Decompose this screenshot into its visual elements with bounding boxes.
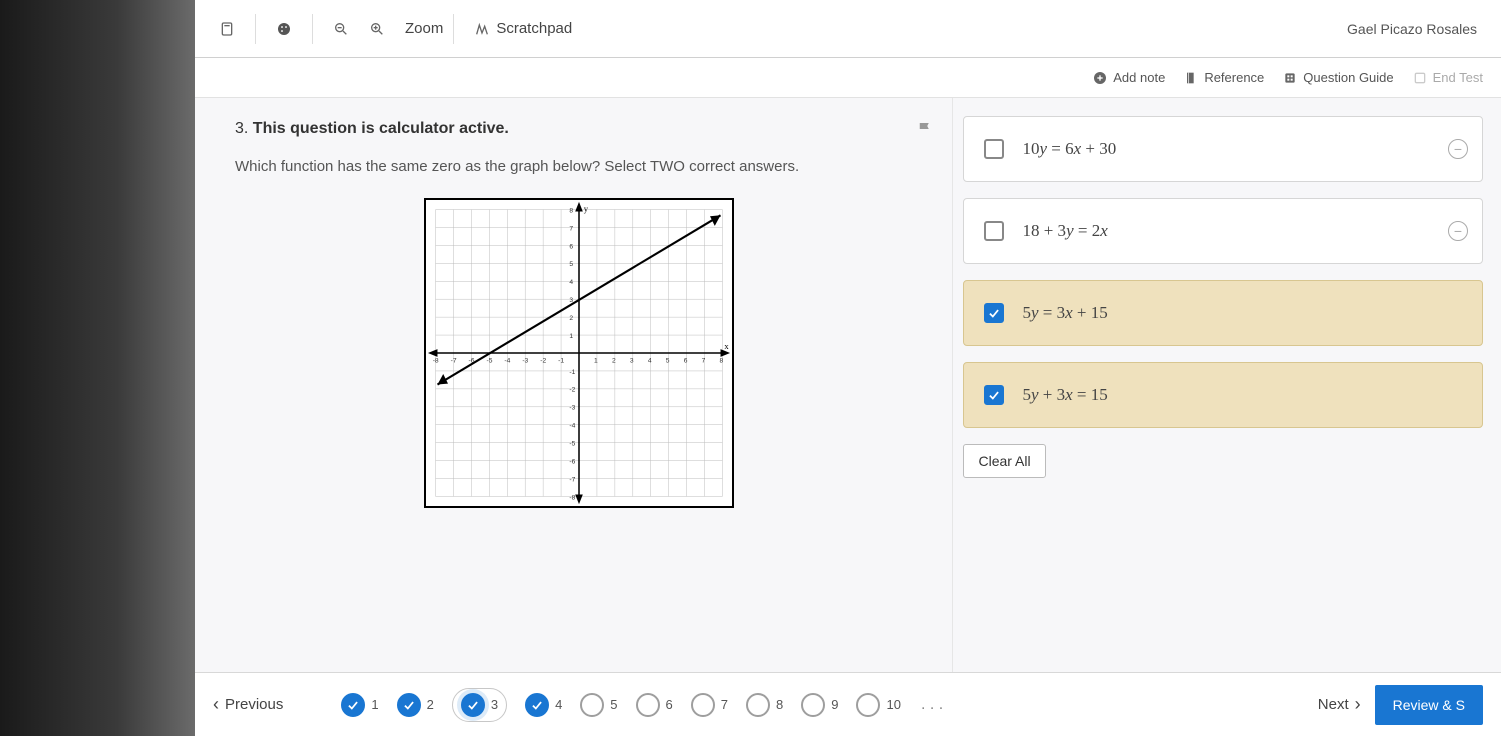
circle-icon [580, 693, 604, 717]
svg-text:6: 6 [569, 243, 573, 250]
answer-equation: 5y = 3x + 15 [1022, 303, 1107, 323]
svg-text:3: 3 [630, 357, 634, 364]
check-icon [341, 693, 365, 717]
circle-icon [636, 693, 660, 717]
svg-text:-7: -7 [569, 476, 575, 483]
svg-text:-3: -3 [522, 357, 528, 364]
checkbox-icon[interactable] [984, 385, 1004, 405]
svg-text:1: 1 [594, 357, 598, 364]
calculator-icon[interactable] [209, 15, 245, 43]
check-icon [461, 693, 485, 717]
svg-text:-3: -3 [569, 404, 575, 411]
top-toolbar: Zoom Scratchpad Gael Picazo Rosales [195, 0, 1501, 58]
svg-text:-5: -5 [486, 357, 492, 364]
question-nav-9[interactable]: 9 [801, 693, 838, 717]
question-header: 3. This question is calculator active. [235, 120, 922, 138]
svg-text:-1: -1 [558, 357, 564, 364]
answer-equation: 10y = 6x + 30 [1022, 139, 1116, 159]
svg-text:5: 5 [666, 357, 670, 364]
svg-text:-6: -6 [468, 357, 474, 364]
next-button[interactable]: Next › [1318, 694, 1361, 715]
svg-text:8: 8 [719, 357, 723, 364]
eliminate-icon[interactable]: − [1448, 139, 1468, 159]
review-submit-button[interactable]: Review & S [1375, 685, 1483, 725]
check-icon [397, 693, 421, 717]
clear-all-button[interactable]: Clear All [963, 444, 1045, 478]
question-nav-1[interactable]: 1 [341, 693, 378, 717]
answers-pane: 10y = 6x + 30 − 18 + 3y = 2x − 5y = 3x + 15 5… [952, 98, 1501, 672]
circle-icon [746, 693, 770, 717]
svg-text:-4: -4 [504, 357, 510, 364]
question-guide-button[interactable]: Question Guide [1282, 70, 1393, 86]
answer-option-1[interactable]: 10y = 6x + 30 − [963, 116, 1483, 182]
svg-text:3: 3 [569, 297, 573, 304]
svg-text:-2: -2 [540, 357, 546, 364]
answer-option-3[interactable]: 5y = 3x + 15 [963, 280, 1483, 346]
svg-text:4: 4 [648, 357, 652, 364]
svg-text:-4: -4 [569, 422, 575, 429]
more-questions-icon[interactable]: . . . [915, 696, 949, 714]
svg-text:8: 8 [569, 207, 573, 214]
question-pane: 3. This question is calculator active. W… [195, 98, 952, 672]
action-row: Add note Reference Question Guide End Te… [195, 58, 1501, 98]
circle-icon [691, 693, 715, 717]
svg-text:-2: -2 [569, 386, 575, 393]
checkbox-icon[interactable] [984, 303, 1004, 323]
svg-text:6: 6 [683, 357, 687, 364]
palette-icon[interactable] [266, 15, 302, 43]
question-nav-3[interactable]: 3 [452, 688, 507, 722]
svg-text:-7: -7 [450, 357, 456, 364]
question-prompt: Which function has the same zero as the … [235, 156, 922, 178]
eliminate-icon[interactable]: − [1448, 221, 1468, 241]
scratchpad-label: Scratchpad [496, 20, 572, 37]
svg-text:-8: -8 [569, 494, 575, 501]
question-nav-2[interactable]: 2 [397, 693, 434, 717]
checkbox-icon[interactable] [984, 139, 1004, 159]
question-nav-10[interactable]: 10 [856, 693, 900, 717]
question-status: This question is calculator active. [253, 120, 509, 137]
question-nav-5[interactable]: 5 [580, 693, 617, 717]
zoom-label: Zoom [405, 20, 443, 37]
bottom-nav: ‹ Previous 123456789 10 . . . Next › Revi… [195, 672, 1501, 736]
question-nav-8[interactable]: 8 [746, 693, 783, 717]
svg-text:y: y [584, 203, 589, 213]
check-icon [525, 693, 549, 717]
add-note-button[interactable]: Add note [1092, 70, 1165, 86]
question-nav-7[interactable]: 7 [691, 693, 728, 717]
svg-text:1: 1 [569, 333, 573, 340]
svg-text:-1: -1 [569, 369, 575, 376]
answer-equation: 5y + 3x = 15 [1022, 385, 1107, 405]
svg-text:7: 7 [569, 225, 573, 232]
circle-icon [856, 693, 880, 717]
coordinate-graph: y x -8 -7 -6 -5 -4 -3 -2 -1 1 2 3 4 5 6 7 8 -8 -7 -6 -5 -4 -3… [424, 198, 734, 508]
user-name: Gael Picazo Rosales [1347, 21, 1487, 37]
svg-text:-8: -8 [432, 357, 438, 364]
circle-icon [801, 693, 825, 717]
question-nav-6[interactable]: 6 [636, 693, 673, 717]
answer-equation: 18 + 3y = 2x [1022, 221, 1107, 241]
svg-text:4: 4 [569, 279, 573, 286]
answer-option-2[interactable]: 18 + 3y = 2x − [963, 198, 1483, 264]
svg-text:-5: -5 [569, 440, 575, 447]
svg-text:x: x [724, 341, 729, 351]
svg-text:2: 2 [612, 357, 616, 364]
reference-button[interactable]: Reference [1183, 70, 1264, 86]
previous-button[interactable]: ‹ Previous [213, 694, 283, 715]
scratchpad-button[interactable]: Scratchpad [464, 14, 582, 43]
svg-text:5: 5 [569, 261, 573, 268]
answer-option-4[interactable]: 5y + 3x = 15 [963, 362, 1483, 428]
zoom-in-icon[interactable] [369, 15, 395, 43]
svg-text:-6: -6 [569, 458, 575, 465]
flag-icon[interactable] [916, 120, 934, 143]
checkbox-icon[interactable] [984, 221, 1004, 241]
svg-text:7: 7 [701, 357, 705, 364]
svg-text:2: 2 [569, 315, 573, 322]
zoom-out-icon[interactable] [323, 15, 359, 43]
end-test-button[interactable]: End Test [1412, 70, 1483, 86]
question-nav-4[interactable]: 4 [525, 693, 562, 717]
